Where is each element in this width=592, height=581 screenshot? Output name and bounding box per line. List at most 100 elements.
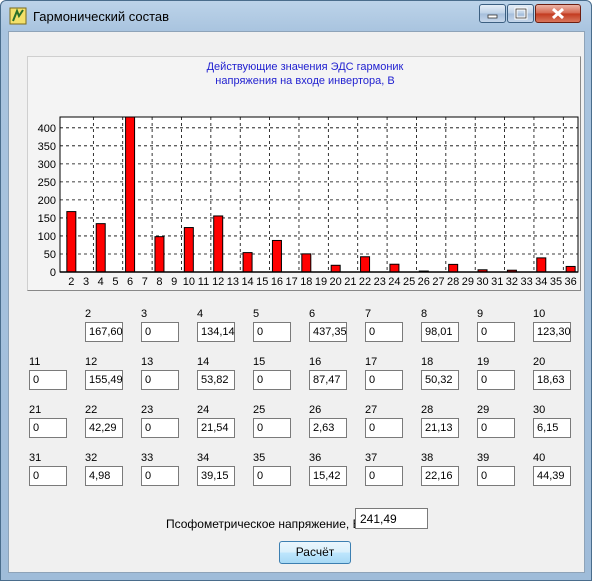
x-tick-label: 31: [491, 276, 503, 288]
harmonic-value-field[interactable]: 123,30: [533, 322, 571, 342]
bar-harmonic-14: [242, 252, 253, 273]
harmonic-value-field[interactable]: 0: [477, 322, 515, 342]
x-tick-label: 21: [344, 276, 356, 288]
harmonic-number-label: 32: [85, 452, 98, 464]
maximize-button[interactable]: [507, 4, 534, 23]
harmonic-value-field[interactable]: 0: [29, 370, 67, 390]
x-tick-label: 9: [171, 276, 177, 288]
x-tick-label: 35: [550, 276, 562, 288]
harmonic-value-field[interactable]: 18,63: [533, 370, 571, 390]
harmonic-value-field[interactable]: 0: [253, 466, 291, 486]
harmonic-value-field[interactable]: 53,82: [197, 370, 235, 390]
harmonic-value-field[interactable]: 42,29: [85, 418, 123, 438]
harmonic-number-label: 39: [477, 452, 490, 464]
harmonic-value-field[interactable]: 0: [365, 466, 403, 486]
harmonic-number-label: 13: [141, 356, 154, 368]
harmonic-value-field[interactable]: 0: [365, 322, 403, 342]
harmonic-value-field[interactable]: 87,47: [309, 370, 347, 390]
y-tick-label: 300: [38, 159, 56, 171]
harmonic-value-field[interactable]: 4,98: [85, 466, 123, 486]
harmonic-value-field[interactable]: 0: [253, 418, 291, 438]
chart-plot: 0501001502002503003504002 3 4 5 6 7 8 9 10 11 12 13…: [38, 116, 579, 288]
harmonic-value-field[interactable]: 39,15: [197, 466, 235, 486]
harmonic-number-label: 25: [253, 404, 266, 416]
harmonic-number-label: 5: [253, 308, 260, 320]
harmonic-value-field[interactable]: 134,14: [197, 322, 235, 342]
harmonic-number-label: 30: [533, 404, 546, 416]
maximize-icon: [514, 7, 528, 20]
harmonic-value-field[interactable]: 0: [29, 418, 67, 438]
x-tick-label: 19: [315, 276, 327, 288]
harmonic-value-field[interactable]: 155,49: [85, 370, 123, 390]
psophometric-value-field[interactable]: 241,49: [355, 508, 428, 529]
harmonic-value-field[interactable]: 15,42: [309, 466, 347, 486]
harmonic-number-label: 40: [533, 452, 546, 464]
x-tick-label: 20: [330, 276, 342, 288]
x-tick-label: 29: [462, 276, 474, 288]
harmonic-number-label: 33: [141, 452, 154, 464]
harmonic-number-label: 11: [29, 356, 41, 368]
harmonic-number-label: 37: [365, 452, 378, 464]
bar-harmonic-6: [125, 116, 136, 273]
harmonic-value-field[interactable]: 0: [253, 370, 291, 390]
harmonic-value-field[interactable]: 98,01: [421, 322, 459, 342]
harmonic-value-field[interactable]: 0: [477, 466, 515, 486]
client-area: Действующие значения ЭДС гармоник напряж…: [8, 31, 585, 573]
close-button[interactable]: [535, 4, 581, 23]
bar-harmonic-34: [536, 257, 547, 273]
harmonic-value-field[interactable]: 0: [253, 322, 291, 342]
harmonic-value-field[interactable]: 22,16: [421, 466, 459, 486]
harmonic-number-label: 20: [533, 356, 546, 368]
harmonics-chart: Действующие значения ЭДС гармоник напряж…: [27, 56, 581, 291]
harmonic-number-label: 4: [197, 308, 204, 320]
harmonic-number-label: 26: [309, 404, 322, 416]
harmonic-number-label: 8: [421, 308, 428, 320]
harmonic-value-field[interactable]: 2,63: [309, 418, 347, 438]
x-tick-label: 26: [418, 276, 430, 288]
harmonic-value-field[interactable]: 0: [141, 370, 179, 390]
x-tick-label: 5: [112, 276, 118, 288]
x-tick-label: 7: [142, 276, 148, 288]
harmonic-number-label: 38: [421, 452, 434, 464]
calculate-button[interactable]: Расчёт: [279, 541, 351, 564]
harmonic-number-label: 36: [309, 452, 322, 464]
x-tick-label: 28: [447, 276, 459, 288]
harmonic-number-label: 15: [253, 356, 266, 368]
harmonic-value-field[interactable]: 0: [477, 370, 515, 390]
harmonic-value-field[interactable]: 44,39: [533, 466, 571, 486]
y-tick-label: 350: [38, 141, 56, 153]
x-tick-label: 6: [127, 276, 133, 288]
harmonic-number-label: 3: [141, 308, 148, 320]
y-tick-label: 250: [38, 177, 56, 189]
harmonic-value-field[interactable]: 437,35: [309, 322, 347, 342]
harmonic-value-field[interactable]: 0: [365, 418, 403, 438]
harmonic-value-field[interactable]: 167,60: [85, 322, 123, 342]
y-tick-label: 0: [50, 267, 56, 279]
minimize-button[interactable]: [479, 4, 506, 23]
bar-harmonic-18: [301, 253, 312, 273]
bar-harmonic-22: [360, 256, 371, 273]
harmonic-number-label: 6: [309, 308, 316, 320]
psophometric-label: Псофометрическое напряжение, В: [166, 517, 361, 531]
app-icon: [9, 7, 27, 25]
harmonic-value-field[interactable]: 0: [141, 322, 179, 342]
bar-harmonic-12: [213, 215, 224, 273]
harmonic-value-field[interactable]: 6,15: [533, 418, 571, 438]
harmonic-value-field[interactable]: 0: [141, 466, 179, 486]
app-window: Гармонический состав Действующие значени…: [0, 0, 592, 581]
harmonic-number-label: 10: [533, 308, 546, 320]
harmonic-value-field[interactable]: 21,13: [421, 418, 459, 438]
title-bar[interactable]: Гармонический состав: [1, 1, 591, 31]
harmonic-value-field[interactable]: 0: [365, 370, 403, 390]
harmonic-value-field[interactable]: 21,54: [197, 418, 235, 438]
harmonic-value-field[interactable]: 0: [141, 418, 179, 438]
harmonic-number-label: 23: [141, 404, 154, 416]
harmonic-number-label: 16: [309, 356, 322, 368]
harmonic-number-label: 7: [365, 308, 372, 320]
harmonic-value-field[interactable]: 0: [29, 466, 67, 486]
x-tick-label: 13: [227, 276, 239, 288]
harmonic-value-field[interactable]: 50,32: [421, 370, 459, 390]
x-tick-label: 18: [300, 276, 312, 288]
bar-harmonic-24: [389, 263, 400, 273]
harmonic-value-field[interactable]: 0: [477, 418, 515, 438]
